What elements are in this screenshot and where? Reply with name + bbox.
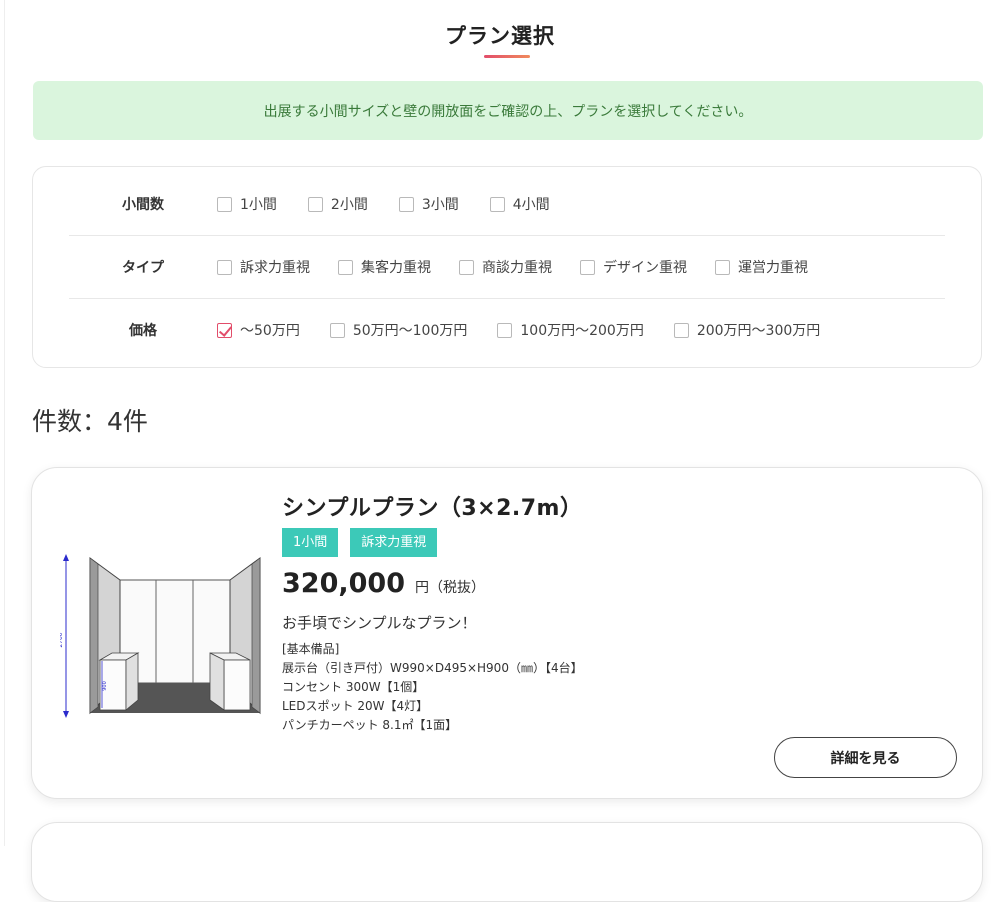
spec-item: パンチカーペット 8.1㎡【1面】	[282, 718, 458, 732]
checkbox[interactable]	[217, 259, 232, 275]
plan-title[interactable]: シンプルプラン（3×2.7m）	[282, 490, 582, 522]
spec-item: LEDスポット 20W【4灯】	[282, 699, 429, 713]
booth-illustration: 2700 900	[60, 554, 261, 718]
checkbox[interactable]	[580, 259, 595, 275]
price-option-under-50[interactable]: 〜50万円	[217, 320, 300, 340]
price-option-50-100[interactable]: 50万円〜100万円	[329, 320, 468, 340]
checkbox[interactable]	[398, 196, 414, 212]
filter-row-type: タイプ 訴求力重視 集客力重視 商談力重視 デザイン重視 運営力重視	[69, 236, 945, 299]
option-label: デザイン重視	[603, 260, 687, 276]
checkbox[interactable]	[217, 196, 232, 212]
booths-option-2[interactable]: 2小間	[307, 194, 368, 214]
notice-text: 出展する小間サイズと壁の開放面をご確認の上、プランを選択してください。	[263, 103, 753, 120]
price-unit: 円（税抜）	[414, 580, 485, 596]
checkbox[interactable]	[329, 322, 345, 338]
checkbox[interactable]	[307, 196, 323, 212]
checkbox-checked[interactable]	[217, 322, 232, 338]
tag-booths: 1小間	[282, 528, 339, 557]
option-label: 50万円〜100万円	[352, 323, 468, 339]
plan-card-next	[31, 822, 983, 902]
booths-option-4[interactable]: 4小間	[489, 194, 550, 214]
type-option-negotiation[interactable]: 商談力重視	[459, 257, 552, 277]
dim-table-label: 900	[102, 681, 108, 691]
option-label: 3小間	[421, 197, 459, 213]
checkbox[interactable]	[338, 259, 353, 275]
plan-catchcopy: お手頃でシンプルなプラン！	[282, 614, 477, 632]
spec-item: コンセント 300W【1個】	[282, 680, 425, 694]
option-label: 100万円〜200万円	[520, 323, 644, 339]
checkbox[interactable]	[715, 259, 730, 275]
option-label: 2小間	[330, 197, 368, 213]
result-count: 件数：4件	[32, 407, 148, 436]
option-label: 〜50万円	[240, 323, 300, 339]
page-left-border	[4, 0, 5, 846]
filter-label-price: 価格	[129, 323, 157, 339]
option-label: 集客力重視	[361, 260, 431, 276]
tag-type: 訴求力重視	[350, 528, 438, 557]
filter-label-booths: 小間数	[122, 197, 164, 213]
booths-option-3[interactable]: 3小間	[398, 194, 459, 214]
detail-button[interactable]: 詳細を見る	[774, 737, 957, 778]
checkbox[interactable]	[673, 322, 689, 338]
plan-specs: [基本備品] 展示台（引き戸付）W990×D495×H900（㎜）【4台】 コン…	[282, 640, 583, 735]
option-label: 200万円〜300万円	[696, 323, 821, 339]
option-label: 商談力重視	[482, 260, 552, 276]
type-option-attract[interactable]: 集客力重視	[338, 257, 431, 277]
option-label: 1小間	[240, 197, 277, 213]
specs-heading: [基本備品]	[282, 642, 340, 656]
checkbox[interactable]	[497, 322, 513, 338]
plan-tags: 1小間 訴求力重視	[282, 528, 449, 557]
price-option-200-300[interactable]: 200万円〜300万円	[673, 320, 821, 340]
price-value: 320,000	[282, 568, 405, 599]
plan-price: 320,000 円（税抜）	[282, 568, 485, 599]
spec-item: 展示台（引き戸付）W990×D495×H900（㎜）【4台】	[282, 661, 583, 675]
price-option-100-200[interactable]: 100万円〜200万円	[497, 320, 644, 340]
option-label: 4小間	[512, 197, 550, 213]
dim-height-label: 2700	[60, 632, 64, 647]
type-option-appeal[interactable]: 訴求力重視	[217, 257, 310, 277]
filter-panel: 小間数 1小間 2小間 3小間 4小間 タイプ 訴求力重視 集客力重視 商談力重…	[32, 166, 982, 368]
booths-option-1[interactable]: 1小間	[217, 194, 277, 214]
filter-label-type: タイプ	[122, 260, 164, 276]
title-underline	[484, 55, 530, 58]
plan-card: 2700 900 シンプルプラン（3×2.7m） 1小間 訴求力重視 320,0…	[31, 467, 983, 799]
filter-row-booths: 小間数 1小間 2小間 3小間 4小間	[69, 173, 945, 236]
filter-row-price: 価格 〜50万円 50万円〜100万円 100万円〜200万円 200万円〜30…	[69, 299, 945, 361]
checkbox[interactable]	[459, 259, 474, 275]
type-option-operation[interactable]: 運営力重視	[715, 257, 808, 277]
checkbox[interactable]	[489, 196, 505, 212]
type-option-design[interactable]: デザイン重視	[580, 257, 687, 277]
page-title: プラン選択	[445, 24, 555, 48]
notice-banner: 出展する小間サイズと壁の開放面をご確認の上、プランを選択してください。	[33, 81, 983, 140]
option-label: 運営力重視	[738, 260, 808, 276]
option-label: 訴求力重視	[240, 260, 310, 276]
